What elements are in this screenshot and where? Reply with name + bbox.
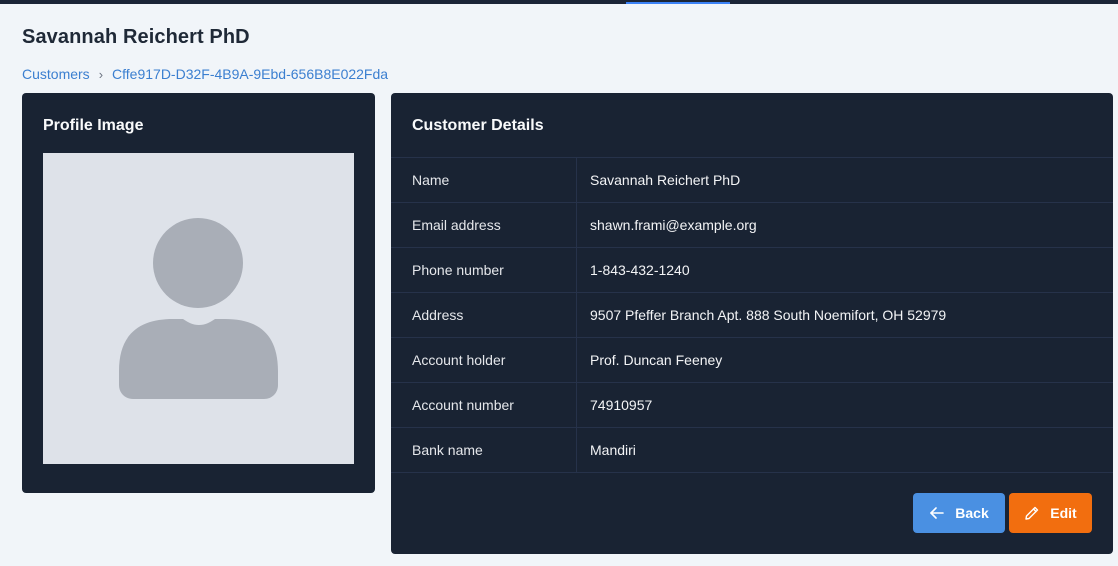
row-label: Name [391, 158, 577, 202]
row-label: Account number [391, 383, 577, 427]
row-value: Savannah Reichert PhD [590, 172, 741, 188]
edit-button-label: Edit [1050, 505, 1077, 521]
row-value: 1-843-432-1240 [590, 262, 690, 278]
row-value: Prof. Duncan Feeney [590, 352, 723, 368]
pencil-icon [1025, 506, 1039, 520]
arrow-left-icon [930, 507, 945, 519]
user-silhouette-icon [119, 218, 278, 399]
table-row: Name Savannah Reichert PhD [391, 158, 1113, 203]
row-value: Mandiri [590, 442, 636, 458]
avatar [43, 153, 354, 464]
back-button[interactable]: Back [913, 493, 1005, 533]
page-title: Savannah Reichert PhD [22, 26, 250, 48]
row-value: 74910957 [590, 397, 653, 413]
table-row: Account number 74910957 [391, 383, 1113, 428]
form-actions: Back Edit [913, 493, 1092, 533]
breadcrumb-customers-link[interactable]: Customers [22, 66, 90, 82]
details-table: Name Savannah Reichert PhD Email address… [391, 157, 1113, 473]
top-bar [0, 0, 1118, 4]
row-label: Email address [391, 203, 577, 247]
active-nav-indicator [626, 2, 730, 4]
row-label: Account holder [391, 338, 577, 382]
table-row: Bank name Mandiri [391, 428, 1113, 473]
profile-image-title: Profile Image [43, 117, 144, 134]
row-value: 9507 Pfeffer Branch Apt. 888 South Noemi… [590, 307, 947, 323]
back-button-label: Back [955, 505, 989, 521]
customer-details-title: Customer Details [412, 117, 544, 134]
row-value: shawn.frami@example.org [590, 217, 757, 233]
table-row: Address 9507 Pfeffer Branch Apt. 888 Sou… [391, 293, 1113, 338]
breadcrumb: Customers › Cffe917D-D32F-4B9A-9Ebd-656B… [22, 66, 388, 82]
edit-button[interactable]: Edit [1009, 493, 1092, 533]
breadcrumb-separator: › [98, 66, 104, 82]
table-row: Phone number 1-843-432-1240 [391, 248, 1113, 293]
row-label: Phone number [391, 248, 577, 292]
table-row: Account holder Prof. Duncan Feeney [391, 338, 1113, 383]
row-label: Bank name [391, 428, 577, 472]
customer-details-card: Customer Details Name Savannah Reichert … [391, 93, 1113, 554]
profile-image-card: Profile Image [22, 93, 375, 493]
row-label: Address [391, 293, 577, 337]
table-row: Email address shawn.frami@example.org [391, 203, 1113, 248]
breadcrumb-customer-id-link[interactable]: Cffe917D-D32F-4B9A-9Ebd-656B8E022Fda [112, 66, 388, 82]
